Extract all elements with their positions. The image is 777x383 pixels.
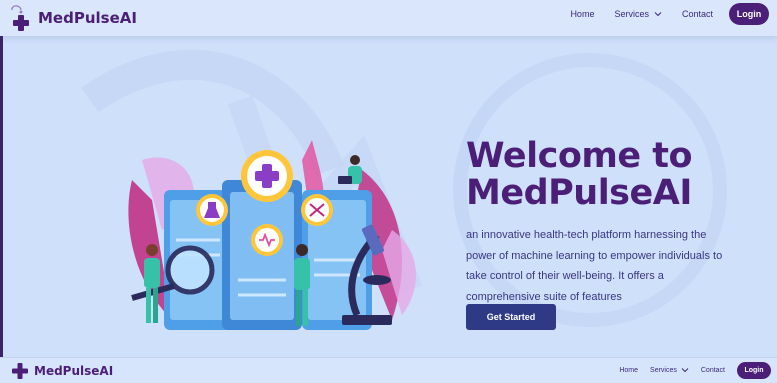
hero-title-line1: Welcome to bbox=[466, 136, 693, 176]
footer-links: Home Services Contact Login bbox=[607, 361, 771, 379]
get-started-button[interactable]: Get Started bbox=[466, 304, 556, 330]
medical-cross-icon bbox=[12, 363, 28, 379]
footer-contact-link[interactable]: Contact bbox=[701, 367, 725, 374]
chevron-down-icon bbox=[654, 12, 662, 17]
nav-services-label: Services bbox=[614, 9, 649, 19]
nav-contact-link[interactable]: Contact bbox=[682, 9, 713, 19]
nav-links: Home Services Contact Login bbox=[550, 3, 769, 25]
footer-brand-name: MedPulseAI bbox=[34, 364, 114, 378]
footer-services-label: Services bbox=[650, 366, 677, 374]
footer-home-link[interactable]: Home bbox=[619, 367, 638, 374]
brand-name: MedPulseAI bbox=[38, 9, 137, 27]
footer-navbar: MedPulseAI Home Services Contact Login bbox=[0, 357, 777, 383]
hero-description: an innovative health-tech platform harne… bbox=[466, 229, 723, 303]
nav-home-link[interactable]: Home bbox=[570, 9, 594, 19]
top-navbar: MedPulseAI Home Services Contact Login bbox=[0, 0, 777, 36]
footer-brand-logo[interactable]: MedPulseAI bbox=[10, 361, 113, 381]
medical-cross-icon bbox=[11, 5, 29, 31]
nav-services-dropdown[interactable]: Services bbox=[614, 9, 662, 19]
brand-logo[interactable]: MedPulseAI bbox=[8, 4, 137, 32]
hero-title: Welcome to MedPulseAI bbox=[466, 136, 693, 213]
login-button[interactable]: Login bbox=[729, 3, 769, 25]
footer-login-button[interactable]: Login bbox=[737, 361, 771, 379]
health-tech-illustration bbox=[128, 140, 416, 330]
footer-services-dropdown[interactable]: Services bbox=[650, 366, 689, 374]
chevron-down-icon bbox=[681, 368, 689, 373]
hero-title-line2: MedPulseAI bbox=[466, 173, 692, 213]
